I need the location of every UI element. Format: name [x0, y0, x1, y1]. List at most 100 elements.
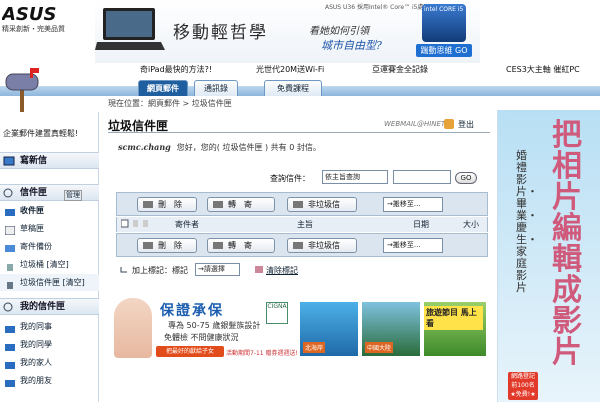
search-input[interactable]: [393, 170, 451, 184]
drafts-icon: [4, 224, 16, 236]
mailbox-icon: [2, 66, 46, 116]
logout-link[interactable]: 登出: [458, 119, 474, 130]
ad-go-button[interactable]: 踹動思維 GO: [416, 44, 472, 57]
ad-cta-button[interactable]: 把最好的獻給子女: [156, 346, 224, 357]
greeting-user: scmc.chang: [118, 142, 171, 152]
inbox-icon: [5, 206, 15, 216]
cigna-logo: CIGNA: [266, 302, 288, 324]
forward-button[interactable]: 轉 寄: [207, 197, 275, 212]
clear-tags-icon: [254, 265, 264, 276]
column-header: 寄件者 主旨 日期 大小: [116, 217, 488, 232]
ad-slogan: 移動輕哲學: [173, 23, 268, 43]
tag-label: 加上標記：標記: [132, 266, 188, 275]
tab-webmail[interactable]: 網頁郵件: [138, 80, 188, 96]
asus-tagline: 精采創新・完美品質: [2, 25, 65, 33]
sidebar-item-label: 我的同事: [20, 322, 52, 331]
folders-header-label: 信件匣: [20, 188, 48, 198]
ad-highlight: 城市自由型?: [321, 39, 382, 52]
sidebar-item-label: 草稿匣: [20, 224, 44, 233]
folder-icon: [5, 376, 15, 387]
ad-banner[interactable]: ASUS U36 採用Intel® Core™ i5處理器 移動輕哲學 看她如何…: [95, 0, 480, 63]
top-link-3[interactable]: 亞運賽金全記錄: [372, 64, 428, 75]
greeting: scmc.chang 您好，您的( 垃圾信件匣 ) 共有 0 封信。: [118, 142, 321, 153]
ad-photo-china[interactable]: 中國大陸: [362, 302, 420, 356]
logout-icon[interactable]: [444, 119, 454, 129]
forward-button-bottom[interactable]: 轉 寄: [207, 238, 275, 253]
not-spam-button-bottom[interactable]: 非垃圾信: [287, 238, 357, 253]
move-to-select-bottom[interactable]: →搬移至...: [383, 238, 443, 253]
ad-small-text: ASUS U36 採用Intel® Core™ i5處理器: [325, 4, 436, 11]
move-to-select[interactable]: →搬移至...: [383, 197, 443, 212]
tab-address-book[interactable]: 通訊錄: [194, 80, 238, 96]
sidebar-item-classmates[interactable]: 我的同學: [0, 336, 99, 353]
search-go-button[interactable]: GO: [455, 172, 477, 184]
toolbar-bottom: 刪 除 轉 寄 非垃圾信 →搬移至...: [116, 233, 488, 257]
select-all-checkbox[interactable]: [120, 219, 155, 231]
column-subject[interactable]: 主旨: [297, 219, 313, 230]
sidebar-promo-link[interactable]: 企業郵件建置真輕鬆!: [3, 128, 78, 139]
ad-photo-coast[interactable]: 北海岸: [300, 302, 358, 356]
my-folders-icon: [3, 302, 15, 312]
not-spam-icon: [292, 241, 304, 250]
bottom-ad[interactable]: 保證承保 專為 50-75 歲銀髮族設計 免體檢 不問健康狀況 把最好的獻給子女…: [112, 296, 490, 360]
not-spam-button[interactable]: 非垃圾信: [287, 197, 357, 212]
compose-label: 寫新信: [20, 156, 48, 166]
right-ad-signup[interactable]: 網路登記 前100名 ★免費!★: [508, 372, 538, 400]
ad-person-image: [114, 298, 152, 358]
forward-label: 轉 寄: [228, 200, 252, 209]
inbox-folders-header: 信件匣: [0, 184, 99, 201]
tour-label: 旅遊節目 馬上看: [424, 306, 483, 330]
sidebar-item-family[interactable]: 我的家人: [0, 354, 99, 371]
clear-tags-link[interactable]: 清除標記: [266, 265, 298, 276]
column-date[interactable]: 日期: [413, 219, 429, 230]
ad-deadline: 活動期間7-11 贈券週週送!: [226, 350, 298, 357]
column-size[interactable]: 大小: [463, 219, 479, 230]
folder-icon: [5, 358, 15, 369]
asus-logo[interactable]: ASUS: [0, 4, 82, 25]
folder-icon: [5, 340, 15, 351]
folders-icon: [3, 188, 15, 198]
right-ad-headline: 把相片編輯成影片: [552, 118, 582, 370]
sidebar-item-spam[interactable]: 垃圾信件匣 [清空]: [0, 274, 99, 291]
top-link-4[interactable]: CES3大主軸 催紅PC: [506, 64, 580, 75]
top-link-2[interactable]: 光世代20M送Wi-Fi: [256, 64, 324, 75]
delete-icon: [142, 200, 154, 209]
top-link-1[interactable]: 奇iPad最快的方法?!: [140, 64, 212, 75]
right-ad-subtext: 婚禮影片・畢業・慶生・家庭影片: [516, 149, 538, 294]
compose-icon: [3, 156, 15, 166]
ad-photo-tour[interactable]: 旅遊節目 馬上看: [424, 302, 486, 356]
sidebar-item-friends[interactable]: 我的朋友: [0, 372, 99, 389]
tag-select[interactable]: →請選擇: [195, 263, 240, 276]
search-type-select[interactable]: 依主旨查詢: [322, 170, 388, 184]
delete-icon: [142, 241, 154, 250]
not-spam-label: 非垃圾信: [308, 241, 340, 250]
manage-folders-link[interactable]: 管理: [64, 190, 82, 201]
title-divider: [108, 132, 490, 133]
column-sender[interactable]: 寄件者: [175, 219, 199, 230]
sidebar-item-colleagues[interactable]: 我的同事: [0, 318, 99, 335]
ad-line-1: 專為 50-75 歲銀髮族設計: [168, 321, 261, 330]
spam-icon: [5, 278, 15, 289]
webmail-logo: WEBMAIL@HINET: [384, 120, 446, 128]
ad-question: 看她如何引領: [309, 26, 369, 37]
sidebar-item-sent[interactable]: 寄件備份: [0, 238, 99, 255]
compose-button[interactable]: 寫新信: [0, 152, 99, 169]
greeting-text: 您好，您的( 垃圾信件匣 ) 共有 0 封信。: [176, 143, 321, 152]
delete-label: 刪 除: [158, 200, 182, 209]
not-spam-label: 非垃圾信: [308, 200, 340, 209]
delete-button-bottom[interactable]: 刪 除: [137, 238, 197, 253]
ad-brand: 保證承保: [160, 303, 224, 319]
tag-arrow-icon: [120, 266, 128, 276]
delete-button[interactable]: 刪 除: [137, 197, 197, 212]
my-folders-header: 我的信件匣: [0, 298, 99, 315]
tab-free-courses[interactable]: 免費課程: [264, 80, 322, 96]
forward-icon: [212, 241, 224, 250]
sent-icon: [5, 242, 15, 252]
sidebar-item-trash[interactable]: 垃圾桶 [清空]: [0, 256, 99, 273]
photo-caption: 北海岸: [303, 342, 326, 353]
trash-icon: [5, 260, 15, 271]
sidebar-item-drafts[interactable]: 草稿匣: [0, 220, 99, 237]
sidebar-item-label: 我的朋友: [20, 376, 52, 385]
sidebar-item-inbox[interactable]: 收件匣: [0, 202, 99, 219]
toolbar-top: 刪 除 轉 寄 非垃圾信 →搬移至...: [116, 192, 488, 216]
